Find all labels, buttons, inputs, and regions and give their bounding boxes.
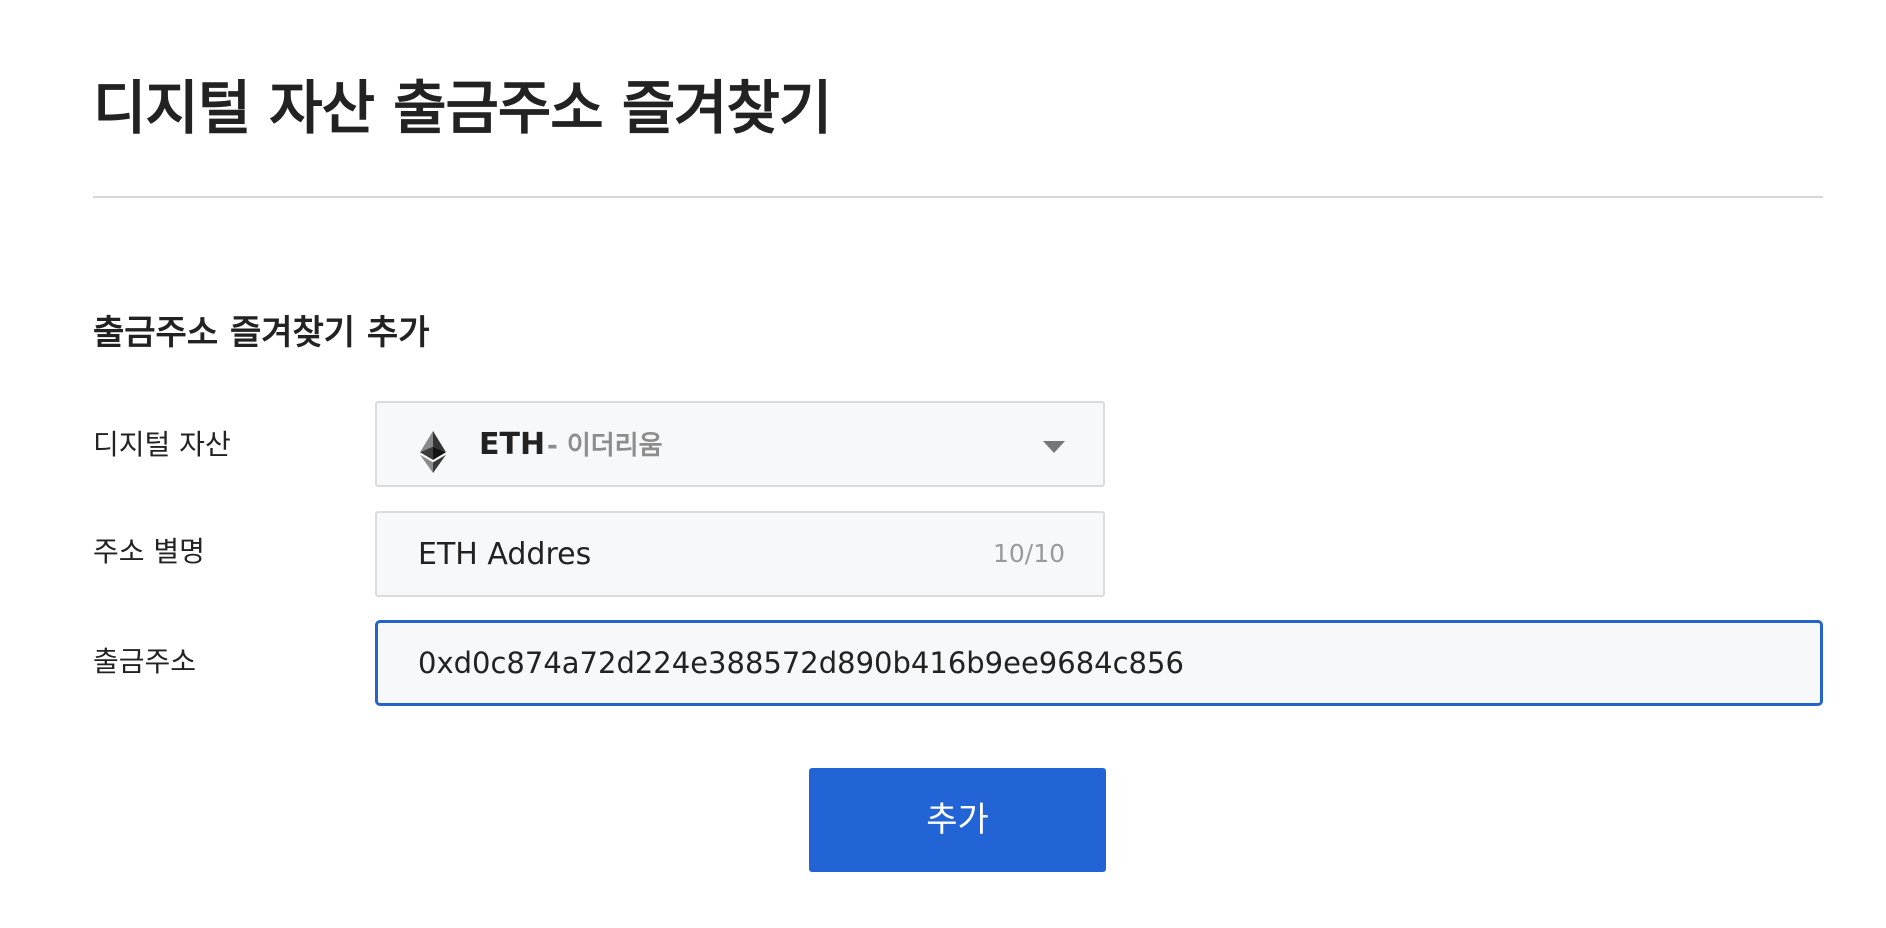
nickname-label: 주소 별명: [93, 535, 205, 568]
address-label: 출금주소: [93, 645, 197, 678]
withdrawal-address-input[interactable]: [378, 623, 1820, 703]
chevron-down-icon[interactable]: [1043, 441, 1065, 453]
nickname-field-container: 10/10: [375, 511, 1105, 597]
asset-label: 디지털 자산: [93, 428, 231, 461]
page-title: 디지털 자산 출금주소 즐겨찾기: [93, 74, 832, 142]
asset-select[interactable]: ETH - 이더리움: [375, 401, 1105, 487]
add-button[interactable]: 추가: [809, 768, 1106, 872]
section-title: 출금주소 즐겨찾기 추가: [93, 313, 430, 353]
selected-asset-symbol: ETH: [479, 427, 546, 462]
character-counter: 10/10: [992, 539, 1065, 568]
nickname-input[interactable]: [377, 513, 937, 595]
selected-asset-name: - 이더리움: [547, 431, 663, 461]
title-divider: [93, 196, 1823, 198]
address-field-container: [375, 620, 1823, 706]
